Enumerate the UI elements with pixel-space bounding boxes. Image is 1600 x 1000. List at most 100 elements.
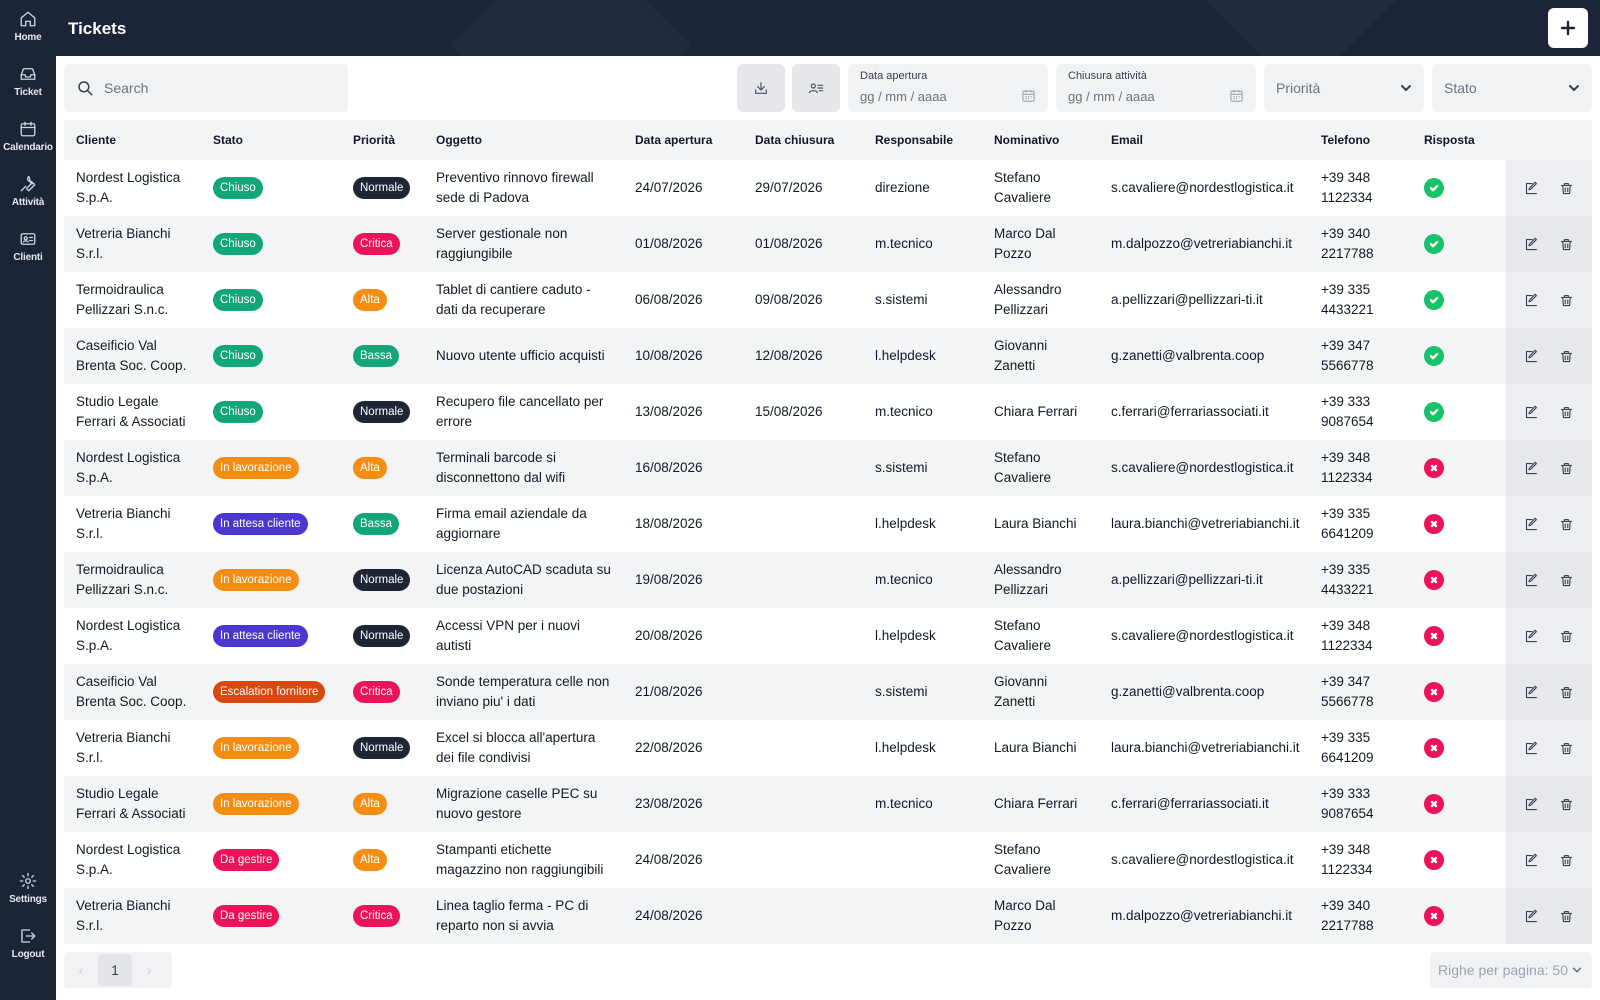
column-header[interactable]: Telefono: [1321, 133, 1370, 147]
sidebar-item-settings[interactable]: Settings: [0, 872, 56, 924]
sidebar-item-clienti[interactable]: Clienti: [0, 230, 56, 282]
delete-button[interactable]: [1556, 569, 1578, 591]
contacts-button[interactable]: [792, 64, 840, 112]
table-row[interactable]: Nordest Logistica S.p.A. In attesa cliente…: [64, 608, 1592, 664]
table-row[interactable]: Caseificio Val Brenta Soc. Coop. Chiuso Bas…: [64, 328, 1592, 384]
trash-icon: [1560, 406, 1573, 418]
delete-button[interactable]: [1556, 345, 1578, 367]
edit-button[interactable]: [1521, 569, 1543, 591]
column-header[interactable]: Stato: [213, 133, 243, 147]
add-ticket-button[interactable]: [1548, 8, 1588, 48]
rows-per-page-select[interactable]: Righe per pagina: 50: [1430, 952, 1592, 988]
delete-button[interactable]: [1556, 177, 1578, 199]
column-header[interactable]: Data apertura: [635, 133, 712, 147]
risposta-no-icon: [1424, 794, 1444, 814]
prev-page-button[interactable]: ‹: [64, 952, 98, 988]
edit-button[interactable]: [1521, 905, 1543, 927]
table-row[interactable]: Studio Legale Ferrari & Associati Chiuso No…: [64, 384, 1592, 440]
column-header[interactable]: Email: [1111, 133, 1143, 147]
edit-button[interactable]: [1521, 401, 1543, 423]
edit-button[interactable]: [1521, 625, 1543, 647]
cell-line: aggiornare: [436, 526, 501, 541]
sidebar-item-label: Clienti: [13, 252, 43, 263]
table-row[interactable]: Nordest Logistica S.p.A. Chiuso Normale Prev…: [64, 160, 1592, 216]
status-badge: In lavorazione: [213, 457, 299, 479]
cell-line: Caseificio Val: [76, 674, 157, 689]
cell-line: 1122334: [1321, 862, 1373, 877]
cell-line: Cavaliere: [994, 862, 1052, 877]
sidebar-item-attivita[interactable]: Attività: [0, 175, 56, 227]
cell-text: +39 335 6641209: [1321, 728, 1374, 768]
table-row[interactable]: Nordest Logistica S.p.A. In lavorazione Alt…: [64, 440, 1592, 496]
edit-button[interactable]: [1521, 513, 1543, 535]
column-header[interactable]: Oggetto: [436, 133, 482, 147]
edit-button[interactable]: [1521, 345, 1543, 367]
edit-button[interactable]: [1521, 177, 1543, 199]
cell-text: m.dalpozzo@vetreriabianchi.it: [1111, 236, 1293, 251]
calendar-icon[interactable]: [1021, 88, 1036, 103]
cell-line: nuovo gestore: [436, 806, 522, 821]
edit-button[interactable]: [1521, 849, 1543, 871]
sidebar-item-home[interactable]: Home: [0, 10, 56, 62]
edit-button[interactable]: [1521, 457, 1543, 479]
table-row[interactable]: Termoidraulica Pellizzari S.n.c. In lavora…: [64, 552, 1592, 608]
edit-button[interactable]: [1521, 233, 1543, 255]
column-header[interactable]: Nominativo: [994, 133, 1059, 147]
column-header[interactable]: Priorità: [353, 133, 395, 147]
table-row[interactable]: Studio Legale Ferrari & Associati In lavor…: [64, 776, 1592, 832]
table-row[interactable]: Vetreria Bianchi S.r.l. In attesa cliente B…: [64, 496, 1592, 552]
column-header[interactable]: Data chiusura: [755, 133, 834, 147]
delete-button[interactable]: [1556, 401, 1578, 423]
cell-cliente: Vetreria Bianchi S.r.l.: [76, 888, 171, 944]
cell-line: Stampanti etichette: [436, 842, 552, 857]
priorita-select[interactable]: Priorità: [1264, 64, 1424, 112]
cell-text: Stampanti etichette magazzino non raggiun…: [436, 840, 603, 880]
edit-button[interactable]: [1521, 793, 1543, 815]
page-number-button[interactable]: 1: [98, 954, 132, 986]
table-row[interactable]: Vetreria Bianchi S.r.l. Chiuso Critica Serve…: [64, 216, 1592, 272]
column-header[interactable]: Responsabile: [875, 133, 953, 147]
stato-select[interactable]: Stato: [1432, 64, 1592, 112]
delete-button[interactable]: [1556, 737, 1578, 759]
cell-nominativo: Alessandro Pellizzari: [994, 552, 1062, 608]
delete-button[interactable]: [1556, 849, 1578, 871]
trash-icon: [1560, 910, 1573, 922]
search-input[interactable]: [104, 80, 334, 96]
chevron-down-icon: [1401, 85, 1411, 91]
delete-button[interactable]: [1556, 457, 1578, 479]
cell-text: m.tecnico: [875, 404, 933, 419]
column-header[interactable]: Cliente: [76, 133, 116, 147]
delete-button[interactable]: [1556, 625, 1578, 647]
chiusura-attivita-field[interactable]: Chiusura attività gg / mm / aaaa: [1056, 64, 1256, 112]
data-apertura-field[interactable]: Data apertura gg / mm / aaaa: [848, 64, 1048, 112]
sidebar-item-logout[interactable]: Logout: [0, 927, 56, 979]
table-row[interactable]: Termoidraulica Pellizzari S.n.c. Chiuso Alt…: [64, 272, 1592, 328]
cell-risposta: [1424, 776, 1444, 832]
delete-button[interactable]: [1556, 793, 1578, 815]
edit-button[interactable]: [1521, 289, 1543, 311]
risposta-ok-icon: [1424, 234, 1444, 254]
delete-button[interactable]: [1556, 681, 1578, 703]
table-row[interactable]: Caseificio Val Brenta Soc. Coop. Escalatio…: [64, 664, 1592, 720]
cell-line: Linea taglio ferma - PC di: [436, 898, 589, 913]
edit-button[interactable]: [1521, 737, 1543, 759]
status-badge: Chiuso: [213, 289, 263, 311]
edit-button[interactable]: [1521, 681, 1543, 703]
delete-button[interactable]: [1556, 905, 1578, 927]
calendar-icon[interactable]: [1229, 88, 1244, 103]
delete-button[interactable]: [1556, 289, 1578, 311]
cell-cliente: Nordest Logistica S.p.A.: [76, 160, 180, 216]
cell-text: 22/08/2026: [635, 740, 703, 755]
download-button[interactable]: [737, 64, 785, 112]
table-row[interactable]: Vetreria Bianchi S.r.l. Da gestire Critica L…: [64, 888, 1592, 944]
delete-button[interactable]: [1556, 513, 1578, 535]
column-header[interactable]: Risposta: [1424, 133, 1475, 147]
table-row[interactable]: Nordest Logistica S.p.A. Da gestire Alta Sta…: [64, 832, 1592, 888]
priority-badge: Alta: [353, 289, 387, 311]
sidebar-item-ticket[interactable]: Ticket: [0, 65, 56, 117]
delete-button[interactable]: [1556, 233, 1578, 255]
sidebar-item-calendario[interactable]: Calendario: [0, 120, 56, 172]
cell-text: s.cavaliere@nordestlogistica.it: [1111, 180, 1294, 195]
table-row[interactable]: Vetreria Bianchi S.r.l. In lavorazione Norm…: [64, 720, 1592, 776]
next-page-button[interactable]: ›: [132, 952, 166, 988]
